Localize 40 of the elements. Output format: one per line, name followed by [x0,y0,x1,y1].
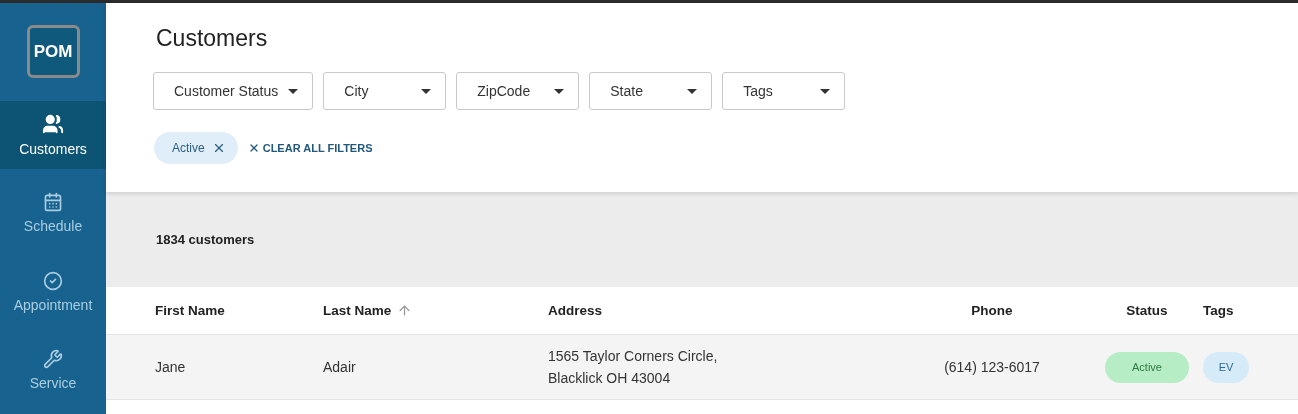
tag-chip: EV [1203,351,1249,383]
column-header[interactable]: Status [1126,303,1168,318]
nav-label: Customers [19,141,87,158]
caret-icon [288,88,299,94]
clear-filters-link[interactable]: CLEAR ALL FILTERS [247,142,373,154]
page-title: Customers [156,25,269,52]
nav-item[interactable]: Appointment [0,257,106,326]
column-header[interactable]: Last Name [323,303,413,318]
table-cell-text: Adair [323,358,357,377]
status-badge: Active [1105,351,1189,383]
caret-icon [421,88,432,94]
caret-icon [687,88,698,94]
nav-label: Appointment [13,296,93,313]
column-header[interactable]: Tags [1203,303,1234,318]
column-header[interactable]: Phone [971,303,1013,318]
tools-icon [43,348,63,369]
nav-item[interactable]: Service [0,335,106,404]
calendar-icon [43,192,63,213]
check-circle-icon [43,270,63,291]
nav-label: Schedule [23,218,83,235]
filter-dropdown[interactable]: ZipCode [456,72,580,110]
table-cell-text: Jane [155,358,187,377]
nav-item[interactable]: Schedule [0,179,106,248]
caret-icon [820,88,831,94]
filter-dropdown[interactable]: Tags [722,72,846,110]
customer-count: 1834 customers [156,232,255,247]
users-icon [42,113,64,136]
chip-label: Active [172,141,205,155]
column-header[interactable]: Address [548,303,603,318]
address-cell-text: 1565 Taylor Corners Circle, Blacklick OH 43004 [548,347,719,388]
nav-item[interactable]: Customers [0,100,106,170]
column-header[interactable]: First Name [155,303,225,318]
filter-dropdown[interactable]: Customer Status [153,72,314,110]
nav-label: Service [29,374,77,391]
filter-dropdown[interactable]: State [589,72,713,110]
caret-icon [554,88,565,94]
table-cell-text: (614) 123-6017 [943,358,1041,377]
table-row[interactable]: Jane Adair 1565 Taylor Corners Circle, Blacklick OH 43004 (614) 123-6017 Active EV [106,335,1298,400]
logo: POM [26,25,80,79]
filter-dropdown[interactable]: City [323,72,447,110]
